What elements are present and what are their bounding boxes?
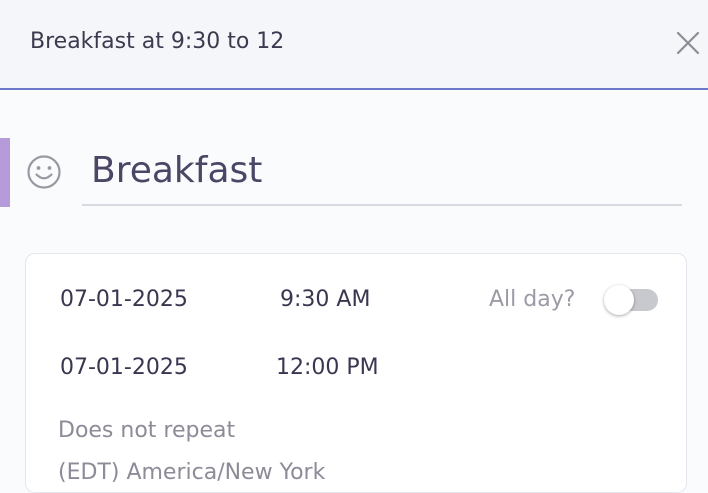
start-time-field[interactable]: 9:30 AM [280, 286, 370, 314]
timezone-option[interactable]: (EDT) America/New York [58, 459, 325, 487]
dialog-title: Breakfast at 9:30 to 12 [30, 29, 285, 54]
end-date-field[interactable]: 07-01-2025 [60, 354, 188, 382]
repeat-option[interactable]: Does not repeat [58, 417, 235, 445]
all-day-toggle[interactable] [604, 285, 658, 315]
event-color-bar[interactable] [0, 138, 10, 207]
all-day-label: All day? [489, 287, 576, 312]
smiley-icon[interactable] [26, 154, 62, 190]
event-title-field[interactable]: Breakfast [82, 142, 682, 206]
toggle-knob [604, 285, 634, 315]
start-date-field[interactable]: 07-01-2025 [60, 286, 188, 314]
close-icon[interactable] [672, 27, 704, 59]
end-time-field[interactable]: 12:00 PM [276, 354, 379, 382]
event-title-input[interactable]: Breakfast [91, 148, 262, 194]
dialog-header: Breakfast at 9:30 to 12 [0, 0, 708, 90]
